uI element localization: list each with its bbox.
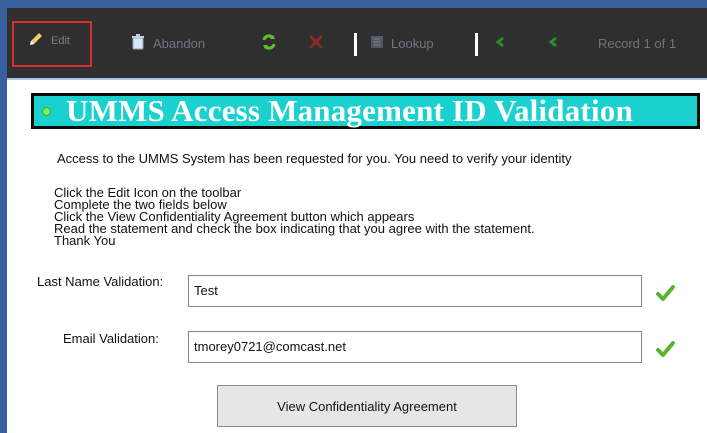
record-label: Record 1 of 1	[598, 35, 677, 51]
delete-button[interactable]	[308, 32, 324, 54]
instruction-line: Read the statement and check the box ind…	[54, 221, 535, 236]
abandon-button[interactable]: Abandon	[129, 32, 205, 54]
email-field[interactable]: tmorey0721@comcast.net	[188, 331, 642, 363]
banner-bullet-icon	[42, 106, 51, 116]
toolbar-separator	[354, 33, 357, 56]
previous-record-button[interactable]	[495, 32, 507, 54]
validation-panel: UMMS Access Management ID Validation Acc…	[7, 80, 707, 433]
last-name-field[interactable]: Test	[188, 275, 642, 307]
previous-record-icon	[495, 36, 507, 51]
lookup-icon	[369, 34, 385, 53]
view-confidentiality-agreement-button[interactable]: View Confidentiality Agreement	[217, 385, 517, 427]
window-left-border	[0, 0, 7, 433]
page-title: UMMS Access Management ID Validation	[66, 93, 633, 128]
refresh-icon	[260, 33, 278, 54]
next-record-button[interactable]	[548, 32, 560, 54]
window-top-border	[0, 0, 707, 8]
toolbar-separator	[475, 33, 478, 56]
window-frame: Edit Abandon Lookup Record 1 of 1 UMMS A…	[0, 0, 707, 433]
delete-icon	[308, 34, 324, 53]
email-label: Email Validation:	[63, 331, 159, 346]
instruction-line: Thank You	[54, 233, 116, 248]
email-valid-check-icon	[656, 341, 675, 357]
lookup-label: Lookup	[391, 35, 434, 51]
last-name-label: Last Name Validation:	[37, 274, 164, 289]
abandon-label: Abandon	[153, 35, 206, 51]
next-record-icon	[548, 36, 560, 51]
title-banner: UMMS Access Management ID Validation	[31, 93, 700, 129]
instructions: Click the Edit Icon on the toolbar Compl…	[54, 186, 535, 248]
toolbar: Edit Abandon Lookup Record 1 of 1	[7, 8, 707, 80]
intro-text: Access to the UMMS System has been reque…	[57, 151, 572, 166]
record-indicator: Record 1 of 1	[598, 32, 676, 54]
refresh-button[interactable]	[260, 32, 278, 54]
lookup-button[interactable]: Lookup	[369, 32, 434, 54]
last-name-valid-check-icon	[656, 285, 675, 301]
edit-highlight	[12, 21, 92, 67]
trash-icon	[129, 33, 147, 54]
